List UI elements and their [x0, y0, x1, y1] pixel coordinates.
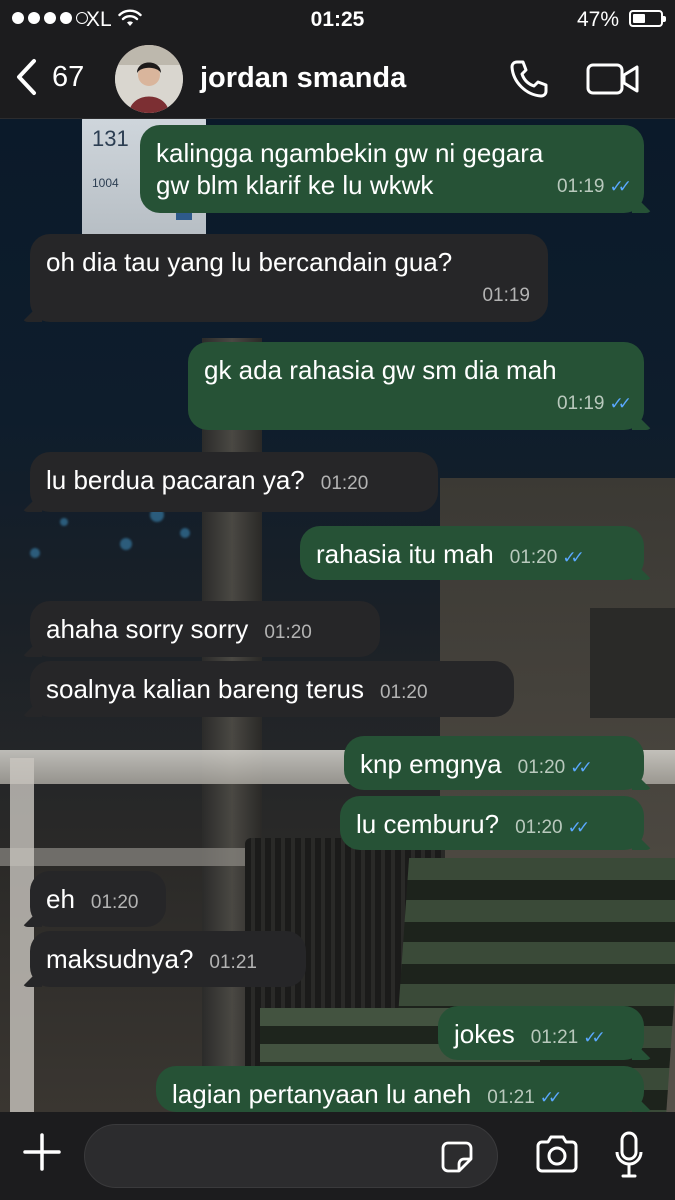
outgoing-message[interactable]: lagian pertanyaan lu aneh 01:21 ✓✓ [156, 1066, 644, 1112]
message-timestamp: 01:20 ✓✓ [517, 757, 593, 778]
message-text: oh dia tau yang lu bercandain gua? [46, 247, 453, 277]
chevron-left-icon [17, 59, 36, 95]
outgoing-message[interactable]: rahasia itu mah 01:20 ✓✓ [300, 526, 644, 580]
plus-icon[interactable] [22, 1132, 62, 1172]
input-bar [0, 1112, 675, 1200]
message-timestamp: 01:20 [320, 473, 369, 494]
read-receipt-icon: ✓✓ [609, 177, 632, 196]
message-input[interactable] [84, 1124, 498, 1188]
message-text: maksudnya? [46, 944, 194, 974]
outgoing-message[interactable]: knp emgnya 01:20 ✓✓ [344, 736, 644, 790]
contact-avatar[interactable] [115, 45, 183, 113]
incoming-message[interactable]: maksudnya? 01:21 [30, 931, 306, 987]
outgoing-message[interactable]: kalingga ngambekin gw ni gegara gw blm kl… [140, 125, 644, 213]
camera-icon[interactable] [534, 1134, 580, 1174]
message-text: lu cemburu? [356, 809, 500, 839]
read-receipt-icon: ✓✓ [562, 548, 584, 567]
sign-number: 131 [92, 126, 129, 151]
video-camera-icon[interactable] [586, 62, 640, 96]
read-receipt-icon: ✓✓ [567, 818, 590, 837]
message-timestamp: 01:20 [379, 682, 428, 703]
message-timestamp: 01:19 ✓✓ [556, 393, 632, 414]
incoming-message[interactable]: soalnya kalian bareng terus 01:20 [30, 661, 514, 717]
read-receipt-icon: ✓✓ [609, 394, 632, 413]
message-timestamp: 01:21 ✓✓ [530, 1027, 606, 1048]
message-text: gk ada rahasia gw sm dia mah [204, 355, 557, 385]
message-text: knp emgnya [360, 749, 502, 779]
read-receipt-icon: ✓✓ [570, 758, 592, 777]
read-receipt-icon: ✓✓ [583, 1028, 605, 1047]
back-button[interactable]: 67 [14, 58, 84, 96]
phone-icon[interactable] [508, 58, 550, 100]
incoming-message[interactable]: lu berdua pacaran ya? 01:20 [30, 452, 438, 512]
status-bar: XL 01:25 47% [0, 0, 675, 40]
message-timestamp: 01:21 ✓✓ [487, 1087, 562, 1108]
message-timestamp: 01:20 ✓✓ [509, 547, 585, 568]
incoming-message[interactable]: eh 01:20 [30, 871, 166, 927]
outgoing-message[interactable]: jokes 01:21 ✓✓ [438, 1006, 644, 1060]
message-timestamp: 01:21 [209, 952, 257, 973]
message-text: eh [46, 884, 75, 914]
outgoing-message[interactable]: gk ada rahasia gw sm dia mah 01:19 ✓✓ [188, 342, 644, 430]
message-timestamp: 01:19 [482, 285, 530, 306]
unread-count: 67 [52, 60, 85, 93]
incoming-message[interactable]: oh dia tau yang lu bercandain gua? 01:19 [30, 234, 548, 322]
read-receipt-icon: ✓✓ [539, 1088, 562, 1107]
message-text: soalnya kalian bareng terus [46, 674, 364, 704]
message-text: rahasia itu mah [316, 539, 494, 569]
sign-code: 1004 [92, 176, 119, 190]
battery-percent: 47% [576, 8, 619, 31]
sticker-icon[interactable] [440, 1140, 474, 1174]
microphone-icon[interactable] [614, 1130, 644, 1180]
chat-header: 67 jordan smanda [0, 40, 675, 119]
status-time: 01:25 [310, 8, 365, 31]
outgoing-message[interactable]: lu cemburu? 01:20 ✓✓ [340, 796, 644, 850]
message-text: lagian pertanyaan lu aneh [172, 1079, 472, 1109]
message-text: ahaha sorry sorry [46, 614, 249, 644]
message-text: jokes [454, 1019, 515, 1049]
message-timestamp: 01:20 [264, 622, 312, 643]
battery-icon [629, 10, 666, 27]
message-timestamp: 01:20 ✓✓ [515, 817, 590, 838]
incoming-message[interactable]: ahaha sorry sorry 01:20 [30, 601, 380, 657]
message-timestamp: 01:20 [90, 892, 139, 913]
message-text: lu berdua pacaran ya? [46, 465, 305, 495]
contact-name[interactable]: jordan smanda [200, 62, 406, 95]
message-timestamp: 01:19 ✓✓ [556, 176, 632, 197]
